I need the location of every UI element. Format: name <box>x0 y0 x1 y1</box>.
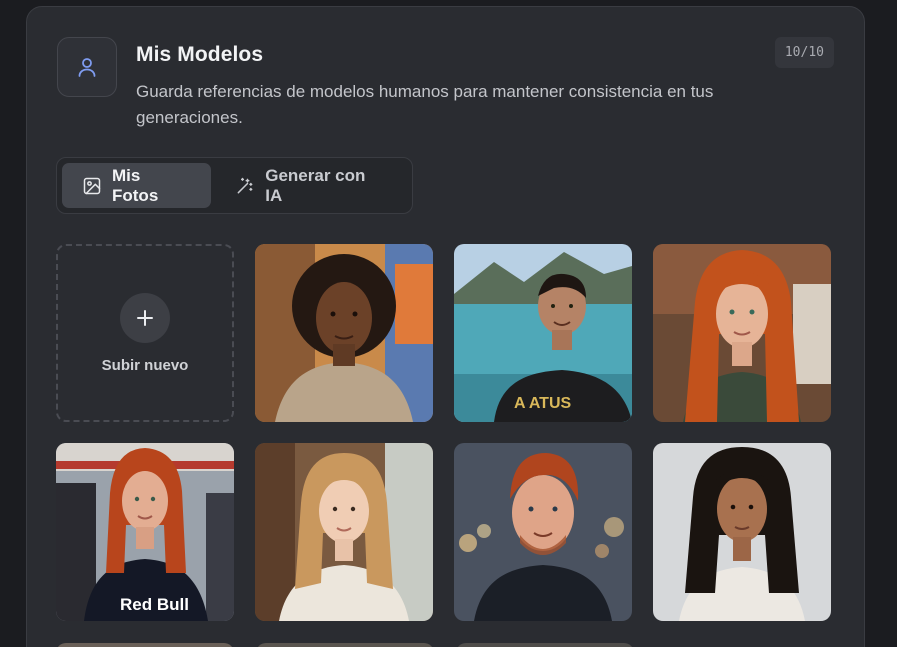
tab-mis-fotos[interactable]: Mis Fotos <box>62 163 212 208</box>
svg-text:Red Bull: Red Bull <box>120 595 189 614</box>
models-counter-badge: 10/10 <box>774 37 834 68</box>
model-photo-partial-9[interactable] <box>256 643 434 647</box>
page-subtitle: Guarda referencias de modelos humanos pa… <box>136 82 714 127</box>
plus-icon <box>120 292 170 343</box>
magic-wand-icon <box>237 177 253 193</box>
page-title: Mis Modelos <box>136 43 264 66</box>
models-grid: Subir nuevo A ATUS Red Bull <box>56 244 836 621</box>
svg-text:A ATUS: A ATUS <box>514 395 572 412</box>
tab-generar-con-ia[interactable]: Generar con IA <box>215 163 407 208</box>
model-photo-5[interactable] <box>255 443 433 621</box>
tab-label: Generar con IA <box>265 165 366 205</box>
tab-bar: Mis Fotos Generar con IA <box>56 157 413 214</box>
model-photo-2[interactable]: A ATUS <box>454 244 632 422</box>
image-icon <box>83 177 101 194</box>
model-photo-6[interactable] <box>454 443 632 621</box>
tab-label: Mis Fotos <box>112 165 159 205</box>
model-photo-4[interactable]: Red Bull <box>56 443 234 621</box>
model-photo-3[interactable] <box>653 244 831 422</box>
model-photo-partial-8[interactable] <box>56 643 234 647</box>
upload-label: Subir nuevo <box>101 356 189 374</box>
upload-new-button[interactable]: Subir nuevo <box>56 244 234 422</box>
model-photo-7[interactable] <box>653 443 831 621</box>
model-photo-1[interactable] <box>255 244 433 422</box>
models-panel: Mis Modelos Guarda referencias de modelo… <box>26 6 865 647</box>
model-photo-partial-10[interactable] <box>456 643 634 647</box>
user-icon <box>57 37 117 97</box>
